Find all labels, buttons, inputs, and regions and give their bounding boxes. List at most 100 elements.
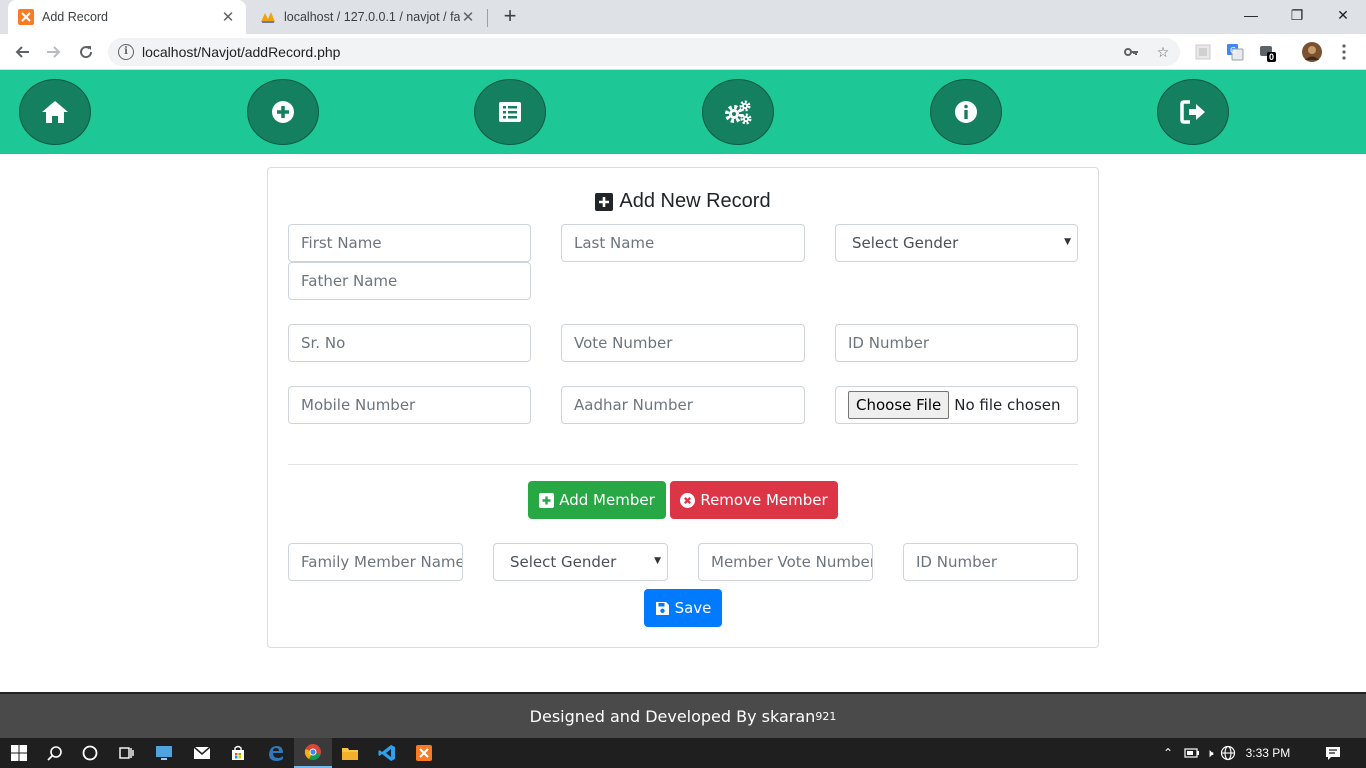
- back-icon[interactable]: [10, 40, 34, 64]
- close-icon[interactable]: ✕: [460, 8, 476, 26]
- reload-icon[interactable]: [74, 40, 98, 64]
- battery-icon[interactable]: [1184, 747, 1200, 759]
- task-view-icon[interactable]: [107, 738, 145, 768]
- gender-select-value: Select Gender: [852, 234, 959, 252]
- save-button[interactable]: Save: [644, 589, 722, 627]
- plus-square-icon: [595, 192, 614, 211]
- network-globe-icon[interactable]: [1220, 745, 1236, 761]
- windows-taskbar: ⌃ 🕨 3:33 PM: [0, 738, 1366, 768]
- floppy-disk-icon: [655, 601, 669, 615]
- action-center-icon[interactable]: [1314, 738, 1352, 768]
- xampp-favicon-icon: [18, 9, 34, 25]
- chevron-up-icon[interactable]: ⌃: [1160, 746, 1176, 760]
- add-member-button[interactable]: Add Member: [528, 481, 666, 519]
- app-navbar: [0, 70, 1366, 154]
- svg-text:G: G: [1230, 46, 1236, 55]
- mail-icon[interactable]: [183, 738, 221, 768]
- cortana-icon[interactable]: [71, 738, 109, 768]
- forward-icon[interactable]: [42, 40, 66, 64]
- chevron-down-icon: ▼: [654, 556, 661, 566]
- father-name-field[interactable]: Father Name: [288, 262, 531, 300]
- plus-square-icon: [539, 492, 555, 508]
- cogs-icon: [725, 100, 752, 125]
- nav-add-button[interactable]: [247, 79, 319, 145]
- last-name-field[interactable]: Last Name: [561, 224, 805, 262]
- home-icon: [42, 101, 68, 123]
- close-icon[interactable]: ✕: [220, 8, 236, 26]
- search-icon[interactable]: [36, 738, 74, 768]
- clock-time[interactable]: 3:33 PM: [1246, 746, 1291, 760]
- this-pc-icon[interactable]: [145, 738, 183, 768]
- gender-select[interactable]: Select Gender ▼: [835, 224, 1078, 262]
- system-tray: ⌃ 🕨 3:33 PM: [1160, 738, 1290, 768]
- remove-member-label: Remove Member: [700, 491, 828, 509]
- remove-member-button[interactable]: Remove Member: [670, 481, 838, 519]
- page-title: Add New Record: [268, 190, 1098, 213]
- nav-list-button[interactable]: [474, 79, 546, 145]
- file-explorer-icon[interactable]: [331, 738, 369, 768]
- sr-no-field[interactable]: Sr. No: [288, 324, 531, 362]
- section-divider: [288, 464, 1078, 465]
- minimize-icon[interactable]: —: [1228, 0, 1274, 30]
- vote-number-field[interactable]: Vote Number: [561, 324, 805, 362]
- tab-title: Add Record: [42, 10, 109, 24]
- key-icon[interactable]: [1121, 42, 1141, 62]
- edge-icon[interactable]: [257, 738, 295, 768]
- add-record-card: Add New Record First Name Last Name Sele…: [267, 167, 1099, 648]
- member-name-field[interactable]: Family Member Name: [288, 543, 463, 581]
- tab-phpmyadmin[interactable]: localhost / 127.0.0.1 / navjot / far ✕: [250, 0, 486, 34]
- translate-icon[interactable]: G: [1225, 42, 1245, 62]
- choose-file-button[interactable]: Choose File: [848, 391, 950, 419]
- new-tab-icon[interactable]: +: [498, 5, 522, 29]
- address-bar[interactable]: i localhost/Navjot/addRecord.php: [108, 38, 1180, 66]
- file-input[interactable]: Choose File No file chosen: [835, 386, 1078, 424]
- window-close-icon[interactable]: ✕: [1320, 0, 1366, 30]
- aadhar-number-field[interactable]: Aadhar Number: [561, 386, 805, 424]
- plus-circle-icon: [272, 101, 294, 123]
- tab-add-record[interactable]: Add Record ✕: [8, 0, 246, 34]
- mobile-number-field[interactable]: Mobile Number: [288, 386, 531, 424]
- xampp-icon[interactable]: [405, 738, 443, 768]
- nav-logout-button[interactable]: [1157, 79, 1229, 145]
- sign-out-icon: [1180, 100, 1205, 124]
- chevron-down-icon: ▼: [1064, 237, 1071, 247]
- extension-icon[interactable]: [1193, 42, 1213, 62]
- extension-badge-count: 0: [1267, 52, 1277, 62]
- page-title-text: Add New Record: [619, 190, 771, 212]
- info-circle-icon: [955, 101, 977, 123]
- browser-toolbar: i localhost/Navjot/addRecord.php ☆ G 0: [0, 34, 1366, 70]
- menu-kebab-icon[interactable]: [1334, 42, 1354, 62]
- restore-icon[interactable]: ❐: [1274, 0, 1320, 30]
- extension-badge-icon[interactable]: 0: [1257, 42, 1277, 62]
- file-status: No file chosen: [954, 396, 1061, 414]
- url-text: localhost/Navjot/addRecord.php: [142, 44, 341, 60]
- member-gender-select[interactable]: Select Gender ▼: [493, 543, 668, 581]
- member-vote-number-field[interactable]: Member Vote Number: [698, 543, 873, 581]
- member-gender-select-value: Select Gender: [510, 553, 617, 571]
- save-label: Save: [674, 599, 712, 617]
- footer-sup: 921: [815, 709, 837, 723]
- times-circle-icon: [680, 492, 696, 508]
- volume-muted-icon[interactable]: 🕨: [1206, 746, 1214, 761]
- tab-separator: [487, 9, 488, 27]
- member-id-number-field[interactable]: ID Number: [903, 543, 1078, 581]
- nav-home-button[interactable]: [19, 79, 91, 145]
- page-footer: Designed and Developed By skaran 921: [0, 692, 1366, 738]
- first-name-field[interactable]: First Name: [288, 224, 531, 262]
- nav-settings-button[interactable]: [702, 79, 774, 145]
- id-number-field[interactable]: ID Number: [835, 324, 1078, 362]
- site-info-icon[interactable]: i: [118, 44, 134, 60]
- list-icon: [499, 102, 521, 122]
- chrome-icon[interactable]: [294, 738, 332, 768]
- tab-title: localhost / 127.0.0.1 / navjot / far: [284, 10, 460, 24]
- windows-start-icon[interactable]: [0, 738, 38, 768]
- add-member-label: Add Member: [559, 491, 655, 509]
- nav-info-button[interactable]: [930, 79, 1002, 145]
- phpmyadmin-favicon-icon: [261, 12, 275, 23]
- profile-avatar[interactable]: [1302, 42, 1322, 62]
- browser-tab-strip: Add Record ✕ localhost / 127.0.0.1 / nav…: [0, 0, 1366, 34]
- bookmark-star-icon[interactable]: ☆: [1153, 42, 1173, 62]
- vscode-icon[interactable]: [368, 738, 406, 768]
- store-icon[interactable]: [219, 738, 257, 768]
- footer-text: Designed and Developed By skaran: [529, 706, 816, 726]
